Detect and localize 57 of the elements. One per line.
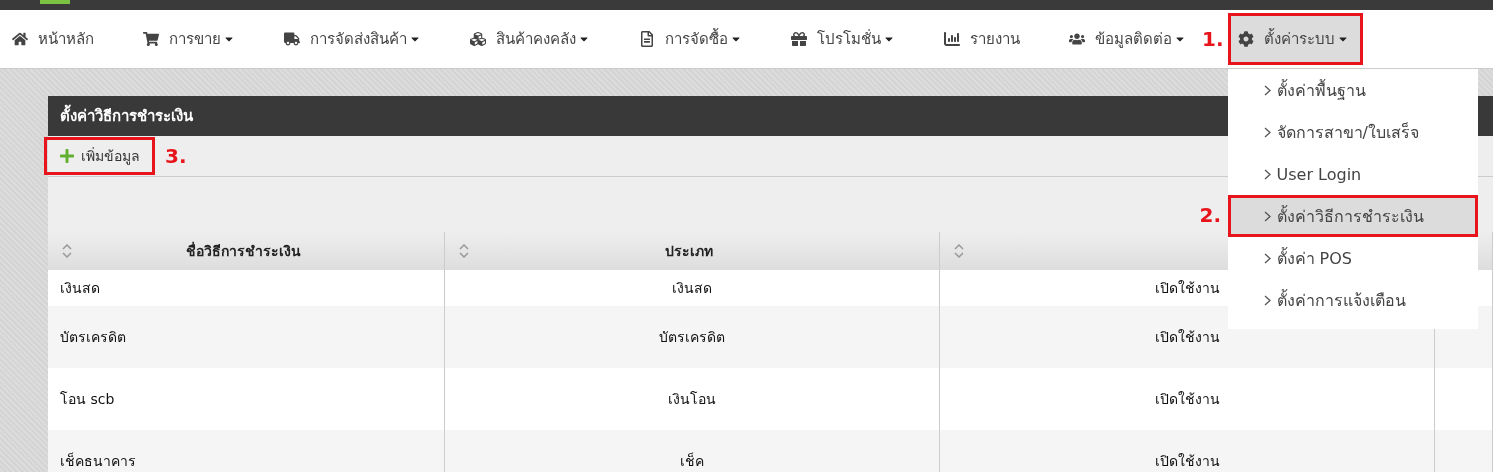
table-cell <box>1435 368 1493 430</box>
plus-icon <box>59 148 75 164</box>
add-button[interactable]: เพิ่มข้อมูล <box>44 137 155 175</box>
step-marker: 1. <box>1202 27 1224 51</box>
nav-menu-item[interactable]: ข้อมูลติดต่อ <box>1059 13 1200 65</box>
nav-label: การจัดส่งสินค้า <box>310 29 407 50</box>
nav-label: หน้าหลัก <box>38 29 94 50</box>
nav-label: สินค้าคงคลัง <box>496 29 576 50</box>
nav-label: รายงาน <box>970 29 1020 50</box>
table-cell: บัตรเครดิต <box>445 306 940 368</box>
table-cell: เงินสด <box>445 270 940 306</box>
sort-icon <box>459 244 469 258</box>
nav-menu-item[interactable]: หน้าหลัก <box>2 13 108 65</box>
document-icon <box>639 31 655 47</box>
table-cell: เปิดใช้งาน <box>940 368 1435 430</box>
table-cell: เงินโอน <box>445 368 940 430</box>
sort-icon <box>954 244 964 258</box>
nav-menu-item[interactable]: รายงาน <box>934 13 1034 65</box>
step-marker: 3. <box>165 144 187 168</box>
logo-mark <box>40 0 70 4</box>
nav-label: การจัดซื้อ <box>665 27 728 50</box>
cubes-icon <box>470 31 486 47</box>
dropdown-item[interactable]: ตั้งค่าวิธีการชำระเงิน <box>1227 195 1478 237</box>
truck-icon <box>284 31 300 47</box>
column-header[interactable]: ประเภท <box>445 232 940 270</box>
table-cell: เช็ค <box>445 430 940 472</box>
chevron-right-icon <box>1263 294 1271 306</box>
chevron-right-icon <box>1263 252 1271 264</box>
table-cell: เงินสด <box>48 270 445 306</box>
sort-icon <box>62 244 72 258</box>
home-icon <box>12 31 28 47</box>
chevron-right-icon <box>1263 168 1271 180</box>
chevron-right-icon <box>1263 210 1271 222</box>
nav-label: ตั้งค่าระบบ <box>1263 27 1335 50</box>
nav-label: การขาย <box>169 29 221 50</box>
table-cell: เปิดใช้งาน <box>940 430 1435 472</box>
nav-menu-item[interactable]: การจัดซื้อ <box>629 13 756 65</box>
gift-icon <box>791 31 807 47</box>
step-marker: 2. <box>1199 203 1222 227</box>
chevron-right-icon <box>1263 84 1271 96</box>
settings-icon <box>1237 31 1254 47</box>
nav-label: โปรโมชั่น <box>817 28 881 50</box>
nav-menu-item[interactable]: โปรโมชั่น <box>781 13 909 65</box>
nav-menu-item[interactable]: ตั้งค่าระบบ <box>1227 13 1363 65</box>
nav-menu-item[interactable]: สินค้าคงคลัง <box>460 13 604 65</box>
dropdown-item[interactable]: User Login <box>1227 153 1478 195</box>
table-cell: เช็คธนาคาร <box>48 430 445 472</box>
nav-menu-item[interactable]: การจัดส่งสินค้า <box>274 13 435 65</box>
table-cell: โอน scb <box>48 368 445 430</box>
nav-menu-item[interactable]: การขาย <box>133 13 249 65</box>
column-header[interactable]: ชื่อวิธีการชำระเงิน <box>48 232 445 270</box>
bar-chart-icon <box>944 31 960 47</box>
chevron-right-icon <box>1263 126 1271 138</box>
table-cell: บัตรเครดิต <box>48 306 445 368</box>
cart-icon <box>143 31 159 47</box>
users-icon <box>1069 31 1085 47</box>
nav-label: ข้อมูลติดต่อ <box>1095 29 1172 50</box>
